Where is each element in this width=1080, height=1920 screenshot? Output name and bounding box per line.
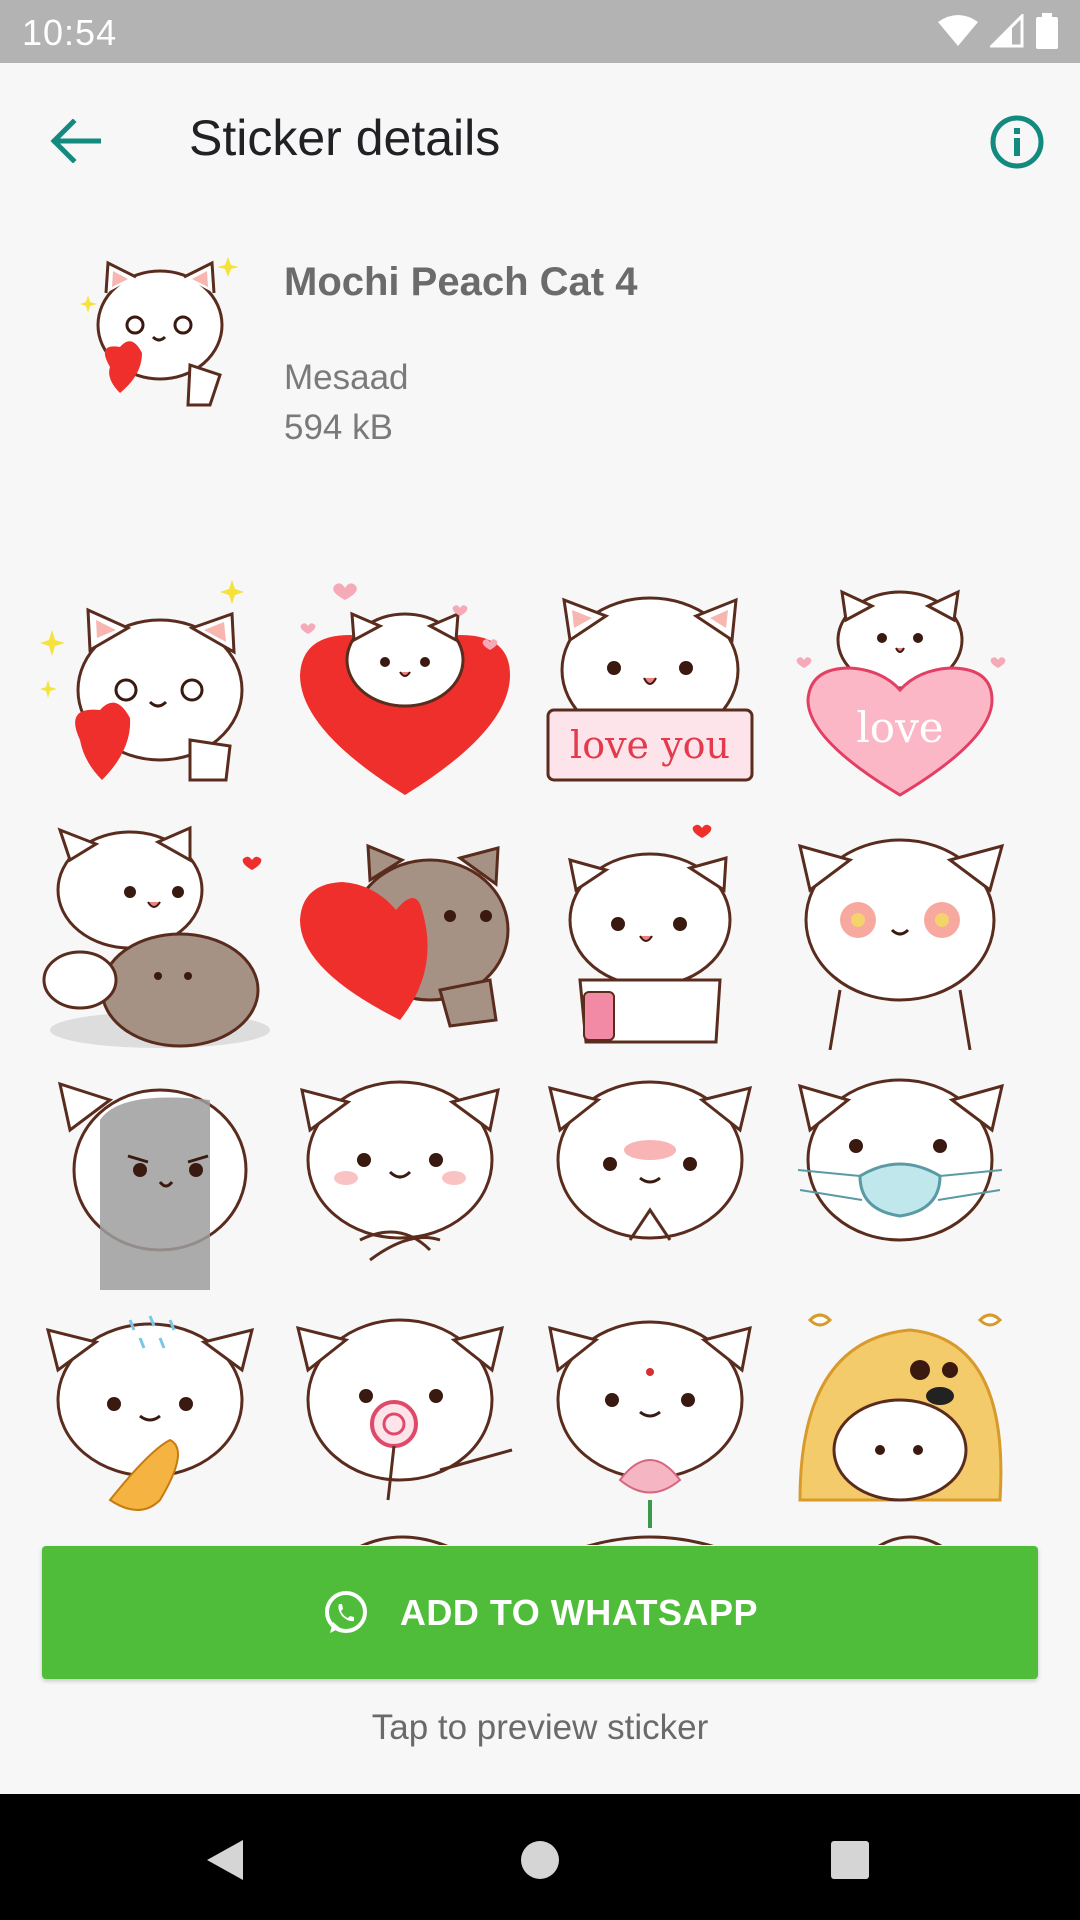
nav-recents-button[interactable]	[820, 1830, 880, 1890]
wifi-icon	[938, 15, 978, 46]
back-button[interactable]	[40, 109, 110, 173]
square-recents-icon	[831, 1841, 869, 1879]
tray-icon	[80, 255, 250, 415]
status-icons	[938, 13, 1058, 49]
sticker-cat-love-you-sign[interactable]: love you	[540, 580, 770, 810]
sticker-cat-flower-eyes[interactable]	[790, 820, 1020, 1050]
pack-size: 594 kB	[284, 408, 393, 447]
app-bar: Sticker details	[0, 63, 1080, 213]
pack-publisher: Mesaad	[284, 358, 409, 397]
sticker-cat-pink-love-heart[interactable]: love	[790, 580, 1020, 810]
sticker-cat-hug-brown-cat[interactable]	[40, 820, 270, 1050]
circle-home-icon	[521, 1841, 559, 1879]
sticker-cat-gray-shadow[interactable]	[40, 1060, 270, 1290]
sticker-grid: love you love	[40, 580, 1040, 1545]
sticker-cat-crossed-arms[interactable]	[290, 1060, 520, 1290]
status-time: 10:54	[22, 12, 118, 53]
add-to-whatsapp-label: ADD TO WHATSAPP	[399, 1591, 759, 1633]
signal-icon	[990, 14, 1024, 48]
add-to-whatsapp-button[interactable]: ADD TO WHATSAPP	[42, 1546, 1038, 1679]
sticker-cat-phone[interactable]	[540, 820, 770, 1050]
nav-home-button[interactable]	[510, 1830, 570, 1890]
sticker-partial[interactable]	[540, 1532, 770, 1545]
info-icon	[990, 115, 1044, 169]
svg-text:love you: love you	[570, 723, 730, 767]
sticker-cat-heart-sparkles[interactable]	[40, 580, 270, 810]
pack-header: Mochi Peach Cat 4 Mesaad 594 kB	[0, 250, 1080, 470]
sticker-cat-lollipop-point[interactable]	[290, 1300, 520, 1530]
info-button[interactable]	[982, 107, 1052, 177]
preview-hint: Tap to preview sticker	[371, 1708, 709, 1747]
sticker-cat-big-red-heart[interactable]	[290, 580, 520, 810]
arrow-back-icon	[50, 119, 101, 163]
sticker-partial[interactable]	[790, 1532, 1020, 1545]
page-title: Sticker details	[189, 110, 501, 166]
sticker-partial[interactable]	[290, 1532, 520, 1545]
navigation-bar	[0, 1794, 1080, 1920]
sticker-cat-sweat-fish[interactable]	[40, 1300, 270, 1530]
sticker-cat-blushing-hands[interactable]	[540, 1060, 770, 1290]
pack-name: Mochi Peach Cat 4	[284, 260, 638, 304]
battery-icon	[1036, 13, 1058, 49]
nav-back-button[interactable]	[195, 1830, 255, 1890]
sticker-brown-cat-red-heart[interactable]	[290, 820, 520, 1050]
triangle-back-icon	[207, 1840, 243, 1880]
sticker-cat-lotus[interactable]	[540, 1300, 770, 1530]
whatsapp-icon	[324, 1590, 367, 1633]
status-bar: 10:54	[0, 0, 1080, 63]
sticker-doge-hood-cat[interactable]	[790, 1300, 1020, 1530]
svg-text:love: love	[856, 703, 943, 752]
sticker-cat-face-mask[interactable]	[790, 1060, 1020, 1290]
